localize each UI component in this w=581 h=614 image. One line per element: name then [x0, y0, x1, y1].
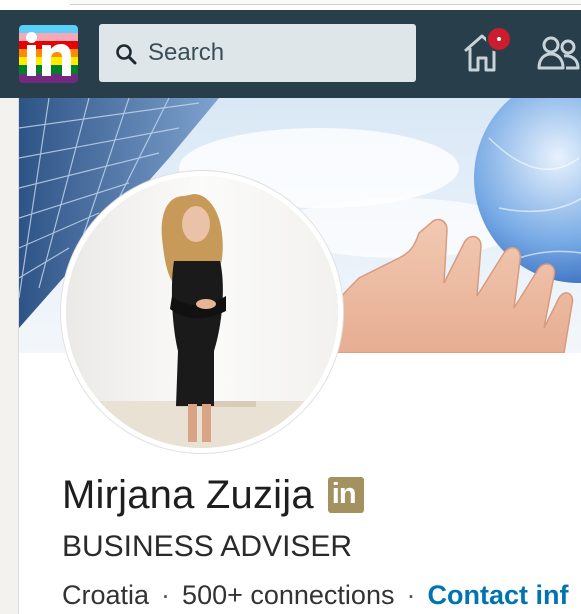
profile-name-row: Mirjana Zuzija in — [62, 471, 364, 519]
top-navbar: in Search — [0, 10, 581, 98]
profile-name: Mirjana Zuzija — [62, 472, 314, 517]
profile-card: Mirjana Zuzija in BUSINESS ADVISER Croat… — [18, 98, 581, 614]
nav-my-network[interactable] — [536, 34, 581, 74]
profile-connections[interactable]: 500+ connections — [182, 580, 394, 610]
nav-home[interactable] — [462, 26, 512, 76]
search-input[interactable]: Search — [99, 24, 416, 82]
profile-photo[interactable] — [61, 171, 343, 453]
premium-badge-text: in — [331, 478, 357, 510]
profile-meta: Croatia · 500+ connections · Contact inf — [62, 580, 568, 611]
profile-headline: BUSINESS ADVISER — [62, 530, 353, 563]
browser-top-strip — [0, 0, 581, 10]
linkedin-logo[interactable]: in — [19, 25, 78, 83]
my-network-icon — [537, 36, 580, 70]
linkedin-premium-badge-icon: in — [327, 477, 364, 513]
separator: · — [161, 580, 171, 610]
search-placeholder: Search — [148, 39, 225, 66]
contact-info-link[interactable]: Contact inf — [427, 580, 568, 610]
separator: · — [406, 580, 416, 610]
profile-location: Croatia — [62, 580, 150, 610]
notification-badge — [486, 26, 512, 52]
search-icon — [116, 44, 137, 65]
